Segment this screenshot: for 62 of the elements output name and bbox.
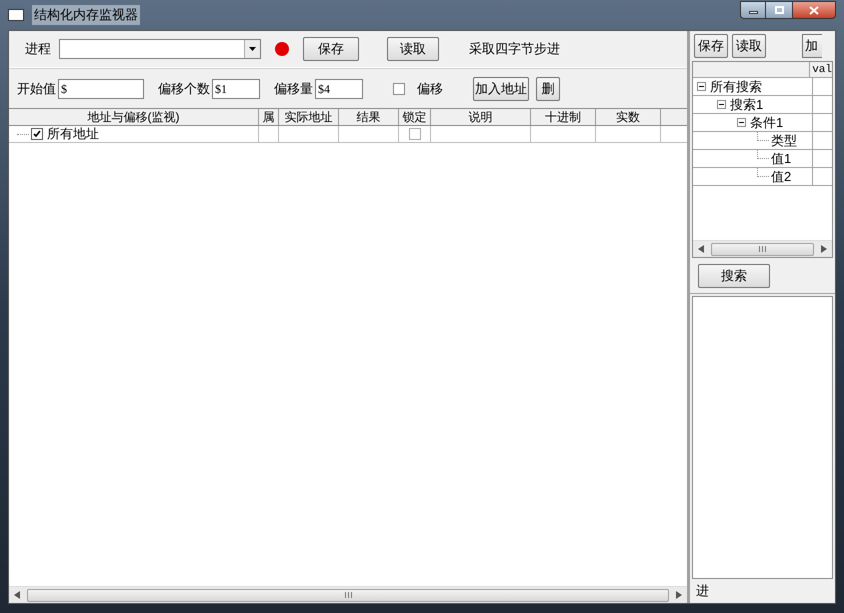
field-label: 开始值: [17, 80, 56, 98]
close-icon: [809, 6, 819, 14]
delete-button[interactable]: 删: [536, 76, 560, 100]
input-field[interactable]: $1: [212, 78, 260, 98]
maximize-button[interactable]: [766, 1, 792, 19]
column-header[interactable]: 锁定: [399, 109, 431, 125]
status-indicator-icon: [275, 42, 289, 56]
field-label: 偏移个数: [158, 80, 210, 98]
grip-icon: [344, 592, 352, 598]
column-header[interactable]: 十进制: [531, 109, 596, 125]
scroll-right-icon[interactable]: [821, 245, 827, 253]
tree-item[interactable]: 搜索1: [730, 94, 764, 114]
search-button[interactable]: 搜索: [698, 264, 770, 288]
tree-connector: [757, 150, 769, 158]
grip-icon: [759, 246, 766, 252]
offset-checkbox[interactable]: [393, 82, 405, 94]
tree-connector: [757, 132, 769, 140]
process-dropdown[interactable]: [59, 39, 261, 59]
scroll-left-icon[interactable]: [14, 591, 20, 599]
column-header[interactable]: 结果: [339, 109, 399, 125]
window-title: 结构化内存监视器: [32, 5, 140, 25]
column-header[interactable]: val: [810, 62, 832, 77]
column-header[interactable]: 实际地址: [279, 109, 339, 125]
save-button[interactable]: 保存: [303, 37, 359, 61]
tree-connector: [757, 168, 769, 176]
collapse-icon[interactable]: [697, 82, 706, 91]
horizontal-scrollbar[interactable]: [693, 240, 832, 257]
collapse-icon[interactable]: [717, 100, 726, 109]
tree-item[interactable]: 类型: [771, 130, 797, 150]
add-address-button[interactable]: 加入地址: [473, 76, 529, 100]
horizontal-scrollbar[interactable]: [9, 586, 687, 603]
column-header[interactable]: 地址与偏移(监视): [9, 109, 259, 125]
table-cell-text: 所有地址: [47, 125, 99, 144]
close-button[interactable]: [792, 1, 836, 19]
dropdown-arrow-icon: [249, 47, 256, 51]
save-button[interactable]: 保存: [694, 34, 728, 58]
field-label: 偏移量: [274, 80, 313, 98]
column-header[interactable]: 实数: [596, 109, 661, 125]
load-button[interactable]: 读取: [387, 37, 439, 61]
checkbox-label: 偏移: [417, 80, 443, 98]
scroll-thumb[interactable]: [711, 242, 814, 256]
scroll-left-icon[interactable]: [698, 245, 704, 253]
load-button[interactable]: 读取: [732, 34, 766, 58]
tree-item[interactable]: 值1: [771, 148, 792, 168]
minimize-button[interactable]: [740, 1, 766, 19]
input-field[interactable]: $: [58, 78, 144, 98]
tree-item[interactable]: 值2: [771, 166, 792, 186]
column-header[interactable]: 说明: [431, 109, 531, 125]
row-checkbox[interactable]: [31, 128, 43, 140]
scroll-right-icon[interactable]: [676, 591, 682, 599]
tree-item[interactable]: 所有搜索: [710, 76, 762, 96]
process-label: 进程: [25, 40, 51, 58]
progress-label: 进: [696, 582, 709, 600]
step-note: 采取四字节步进: [469, 40, 560, 58]
lock-checkbox[interactable]: [408, 128, 420, 140]
app-icon: [8, 9, 24, 21]
column-header[interactable]: 属: [259, 109, 279, 125]
input-field[interactable]: $4: [315, 78, 363, 98]
tree-item[interactable]: 条件1: [750, 112, 784, 132]
collapse-icon[interactable]: [737, 118, 746, 127]
scroll-thumb[interactable]: [27, 588, 669, 602]
add-button[interactable]: 加: [802, 34, 822, 58]
